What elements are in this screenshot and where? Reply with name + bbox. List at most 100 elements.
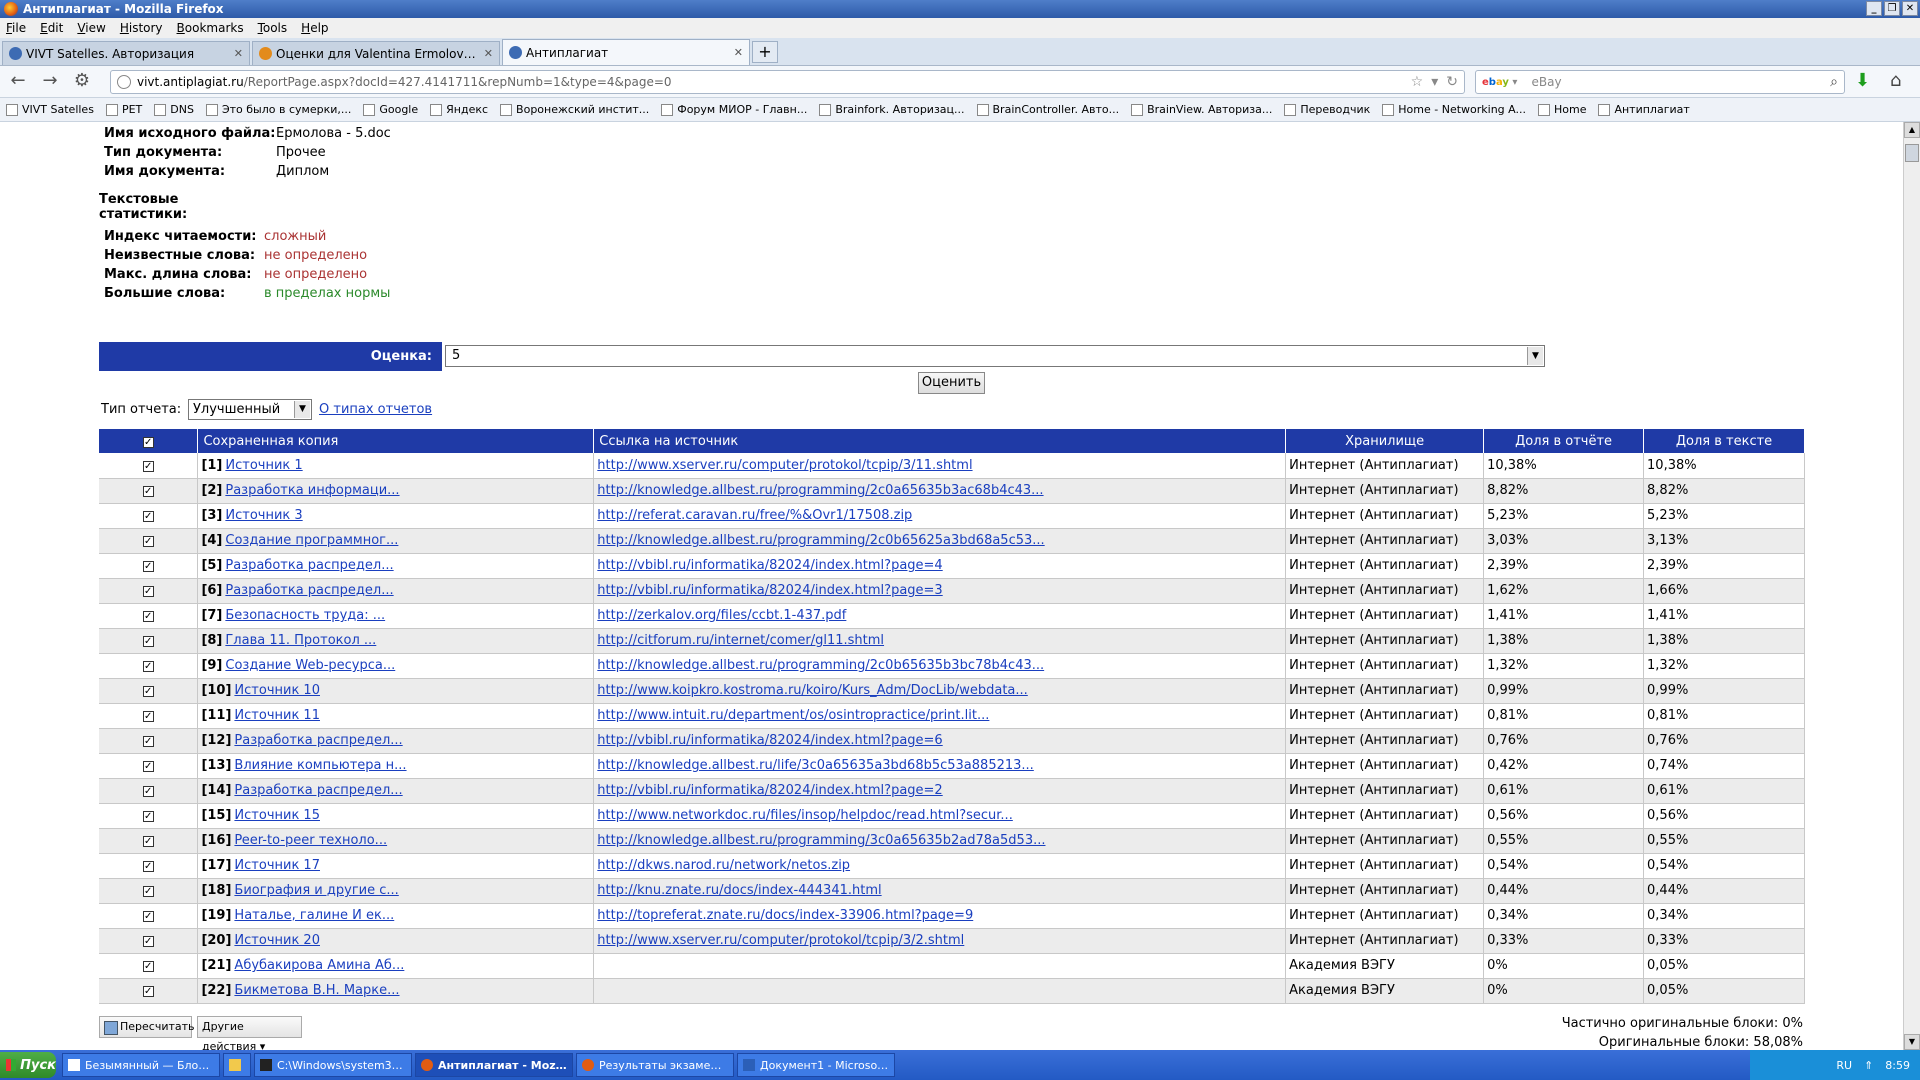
saved-copy-link[interactable]: Источник 11: [234, 708, 320, 723]
menu-help[interactable]: Help: [301, 21, 328, 35]
search-icon[interactable]: ⌕: [1830, 74, 1838, 90]
vertical-scrollbar[interactable]: ▲ ▼: [1903, 122, 1920, 1050]
tab-antiplagiat[interactable]: Антиплагиат ✕: [502, 39, 750, 65]
row-checkbox[interactable]: ✓: [142, 961, 154, 972]
row-select-cell[interactable]: ✓: [99, 503, 199, 529]
ebay-icon[interactable]: ebay ▾: [1482, 77, 1517, 88]
col-saved-copy[interactable]: Сохраненная копия: [197, 429, 595, 453]
language-indicator[interactable]: RU: [1836, 1059, 1852, 1072]
row-checkbox[interactable]: ✓: [142, 661, 154, 672]
row-checkbox[interactable]: ✓: [142, 561, 154, 572]
download-icon[interactable]: ⬇: [1855, 70, 1870, 91]
col-source-link[interactable]: Ссылка на источник: [593, 429, 1287, 453]
saved-copy-link[interactable]: Создание программног...: [225, 533, 398, 548]
search-bar[interactable]: ebay ▾ eBay ⌕: [1475, 70, 1845, 94]
saved-copy-link[interactable]: Разработка распредел...: [225, 558, 393, 573]
other-actions-button[interactable]: Другие действия ▾: [197, 1016, 302, 1050]
new-tab-button[interactable]: +: [752, 41, 778, 63]
bookmark-star-icon[interactable]: ☆: [1411, 74, 1424, 90]
bookmark-item[interactable]: BrainView. Авториза...: [1131, 103, 1272, 116]
row-select-cell[interactable]: ✓: [99, 703, 199, 729]
row-checkbox[interactable]: ✓: [142, 786, 154, 797]
source-url-link[interactable]: http://www.xserver.ru/computer/protokol/…: [597, 933, 964, 948]
url-bar[interactable]: vivt.antiplagiat.ru/ReportPage.aspx?docI…: [110, 70, 1465, 94]
row-checkbox[interactable]: ✓: [142, 861, 154, 872]
saved-copy-link[interactable]: Источник 3: [225, 508, 302, 523]
row-checkbox[interactable]: ✓: [142, 536, 154, 547]
saved-copy-link[interactable]: Абубакирова Амина Аб...: [234, 958, 404, 973]
taskbar-notepad[interactable]: Безымянный — Блокнот: [62, 1053, 220, 1077]
start-button[interactable]: Пуск: [0, 1052, 56, 1078]
col-storage[interactable]: Хранилище: [1285, 429, 1485, 453]
row-checkbox[interactable]: ✓: [142, 711, 154, 722]
home-icon[interactable]: ⌂: [1890, 70, 1901, 91]
source-url-link[interactable]: http://www.koipkro.kostroma.ru/koiro/Kur…: [597, 683, 1028, 698]
tab-close-icon[interactable]: ✕: [734, 46, 743, 59]
saved-copy-link[interactable]: Влияние компьютера н...: [234, 758, 406, 773]
chevron-down-icon[interactable]: ▼: [294, 401, 310, 418]
tab-close-icon[interactable]: ✕: [484, 47, 493, 60]
bookmark-item[interactable]: Это было в сумерки,...: [205, 103, 351, 116]
chevron-down-icon[interactable]: ▼: [1527, 347, 1543, 365]
source-url-link[interactable]: http://vbibl.ru/informatika/82024/index.…: [597, 583, 942, 598]
select-all-checkbox[interactable]: ✓: [142, 436, 154, 448]
source-url-link[interactable]: http://knowledge.allbest.ru/life/3c0a656…: [597, 758, 1034, 773]
taskbar-firefox-antiplagiat[interactable]: Антиплагиат - Mozill...: [415, 1053, 573, 1077]
saved-copy-link[interactable]: Глава 11. Протокол ...: [225, 633, 376, 648]
row-select-cell[interactable]: ✓: [99, 903, 199, 929]
scroll-down-icon[interactable]: ▼: [1904, 1034, 1920, 1050]
menu-bookmarks[interactable]: Bookmarks: [177, 21, 244, 35]
back-icon[interactable]: ←: [4, 70, 32, 94]
report-type-select[interactable]: Улучшенный ▼: [188, 399, 312, 420]
bookmark-item[interactable]: Переводчик: [1284, 103, 1370, 116]
forward-icon[interactable]: →: [36, 70, 64, 94]
minimize-button[interactable]: _: [1866, 1, 1882, 16]
row-checkbox[interactable]: ✓: [142, 911, 154, 922]
source-url-link[interactable]: http://vbibl.ru/informatika/82024/index.…: [597, 558, 942, 573]
row-select-cell[interactable]: ✓: [99, 553, 199, 579]
row-select-cell[interactable]: ✓: [99, 753, 199, 779]
tab-close-icon[interactable]: ✕: [234, 47, 243, 60]
saved-copy-link[interactable]: Источник 1: [225, 458, 302, 473]
source-url-link[interactable]: http://vbibl.ru/informatika/82024/index.…: [597, 733, 942, 748]
row-select-cell[interactable]: ✓: [99, 928, 199, 954]
row-checkbox[interactable]: ✓: [142, 936, 154, 947]
report-types-link[interactable]: О типах отчетов: [319, 402, 432, 417]
close-button[interactable]: ✕: [1902, 1, 1918, 16]
rate-button[interactable]: Оценить: [918, 372, 985, 394]
tab-vivt-satelles[interactable]: VIVT Satelles. Авторизация ✕: [2, 41, 250, 65]
menu-tools[interactable]: Tools: [258, 21, 288, 35]
bookmark-item[interactable]: Яндекс: [430, 103, 488, 116]
row-select-cell[interactable]: ✓: [99, 778, 199, 804]
row-checkbox[interactable]: ✓: [142, 636, 154, 647]
row-checkbox[interactable]: ✓: [142, 586, 154, 597]
source-url-link[interactable]: http://knowledge.allbest.ru/programming/…: [597, 533, 1044, 548]
source-url-link[interactable]: http://knowledge.allbest.ru/programming/…: [597, 483, 1043, 498]
saved-copy-link[interactable]: Peer-to-peer техноло...: [234, 833, 387, 848]
bookmark-item[interactable]: Brainfork. Авторизац...: [819, 103, 965, 116]
bookmark-item[interactable]: Home - Networking A...: [1382, 103, 1526, 116]
menu-edit[interactable]: Edit: [40, 21, 63, 35]
source-url-link[interactable]: http://knowledge.allbest.ru/programming/…: [597, 658, 1044, 673]
source-url-link[interactable]: http://dkws.narod.ru/network/netos.zip: [597, 858, 850, 873]
row-checkbox[interactable]: ✓: [142, 511, 154, 522]
col-text-share[interactable]: Доля в тексте: [1643, 429, 1805, 453]
source-url-link[interactable]: http://www.intuit.ru/department/os/osint…: [597, 708, 989, 723]
row-select-cell[interactable]: ✓: [99, 653, 199, 679]
menu-view[interactable]: View: [77, 21, 105, 35]
saved-copy-link[interactable]: Разработка информаци...: [225, 483, 399, 498]
reload-icon[interactable]: ↻: [1446, 74, 1458, 90]
row-select-cell[interactable]: ✓: [99, 628, 199, 654]
row-select-cell[interactable]: ✓: [99, 803, 199, 829]
saved-copy-link[interactable]: Разработка распредел...: [225, 583, 393, 598]
source-url-link[interactable]: http://www.networkdoc.ru/files/insop/hel…: [597, 808, 1013, 823]
bookmark-item[interactable]: BrainController. Авто...: [976, 103, 1119, 116]
grade-select[interactable]: 5 ▼: [445, 345, 1545, 367]
recount-button[interactable]: Пересчитать: [99, 1016, 195, 1038]
row-checkbox[interactable]: ✓: [142, 686, 154, 697]
source-url-link[interactable]: http://www.xserver.ru/computer/protokol/…: [597, 458, 972, 473]
row-select-cell[interactable]: ✓: [99, 603, 199, 629]
row-select-cell[interactable]: ✓: [99, 978, 199, 1004]
bookmark-item[interactable]: Home: [1537, 103, 1586, 116]
saved-copy-link[interactable]: Бикметова В.Н. Марке...: [234, 983, 399, 998]
